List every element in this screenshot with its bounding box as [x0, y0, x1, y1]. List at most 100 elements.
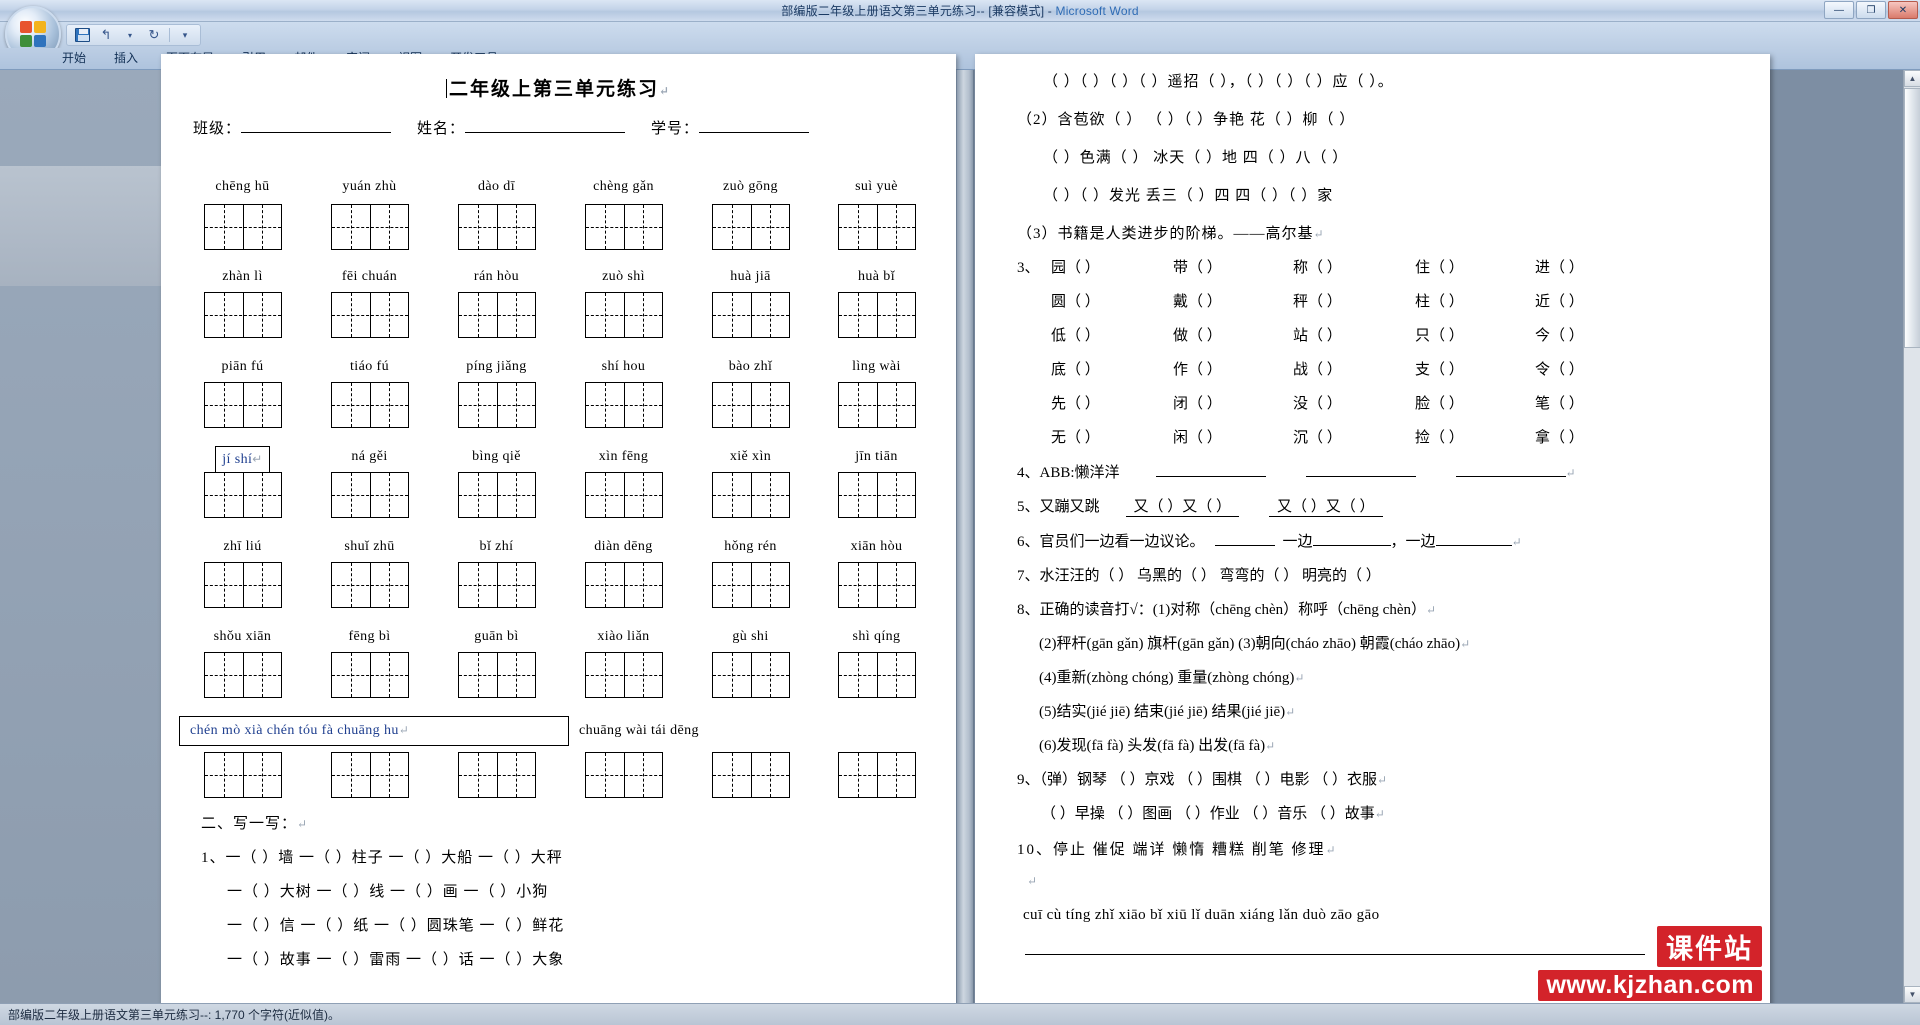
document-page-left[interactable]: 二年级上第三单元练习↵ 班级： 姓名： 学号： chēng hū yuán zh… [161, 54, 956, 1017]
pinyin-text: chèng gǎn [593, 179, 654, 194]
char-cell: 战（ ） [1293, 362, 1342, 378]
field-class-line[interactable] [241, 132, 392, 133]
pinyin-label-row: zhī liú shuǐ zhū bǐ zhí diàn dēng hǒng r… [179, 536, 939, 558]
item-text: 正确的读音打√：(1)对称（chēng chèn）称呼（chēng chèn） [1039, 602, 1427, 618]
tab-home[interactable]: 开始 [48, 46, 100, 70]
tianzige-box[interactable] [584, 292, 663, 338]
tianzige-box[interactable] [584, 382, 663, 428]
tianzige-box[interactable] [457, 204, 536, 250]
answer-blank[interactable] [1455, 476, 1566, 477]
pinyin-text: gù shi [732, 629, 769, 644]
tianzige-box[interactable] [711, 204, 790, 250]
redo-icon[interactable]: ↻ [145, 26, 163, 44]
char-cell: 闲（ ） [1173, 430, 1222, 446]
tianzige-box[interactable] [330, 752, 409, 798]
right-line: （2）含苞欲（ ） （ ）（ ）争艳 花（ ）柳（ ） [1017, 112, 1356, 128]
tianzige-box[interactable] [837, 382, 916, 428]
pinyin-text: jīn tiān [855, 449, 898, 464]
char-table-row: 先（ ） 闭（ ） 没（ ） 脸（ ） 笔（ ） [1017, 392, 1744, 413]
pilcrow-icon: ↵ [398, 723, 409, 737]
tianzige-box[interactable] [330, 382, 409, 428]
tianzige-box[interactable] [837, 292, 916, 338]
tianzige-box[interactable] [837, 652, 916, 698]
title-bar: 部编版二年级上册语文第三单元练习-- [兼容模式] - Microsoft Wo… [0, 0, 1920, 22]
answer-blank[interactable] [1214, 545, 1275, 546]
tianzige-box[interactable] [203, 652, 282, 698]
item-tail: 一边 [1282, 534, 1313, 550]
tianzige-box[interactable] [457, 652, 536, 698]
numbered-item-7: 7、水汪汪的（ ） 乌黑的（ ） 弯弯的（ ） 明亮的（ ） [1017, 564, 1744, 585]
tianzige-box[interactable] [711, 472, 790, 518]
scrollbar-thumb[interactable] [1904, 88, 1920, 348]
tianzige-box[interactable] [457, 382, 536, 428]
pilcrow-icon: ↵ [297, 817, 309, 831]
tianzige-box[interactable] [330, 562, 409, 608]
char-table-row: 3、 园（ ） 带（ ） 称（ ） 住（ ） 进（ ） [1017, 256, 1744, 277]
customize-qat-icon[interactable]: ▾ [176, 26, 194, 44]
tianzige-box[interactable] [457, 472, 536, 518]
document-page-right[interactable]: （ ）（ ）（ ）（ ）遥招（ ），（ ）（ ）（ ）应（ ）。 （2）含苞欲（… [975, 54, 1770, 1017]
pinyin-text: rán hòu [473, 269, 520, 284]
quick-access-toolbar: ↰ ▾ ↻ ▾ [66, 24, 201, 46]
tianzige-box[interactable] [330, 472, 409, 518]
tianzige-box[interactable] [837, 562, 916, 608]
undo-dropdown-icon[interactable]: ▾ [121, 26, 139, 44]
pinyin-text: bào zhǐ [728, 359, 773, 374]
tianzige-box[interactable] [203, 472, 282, 518]
tianzige-box[interactable] [711, 382, 790, 428]
answer-blank[interactable] [1305, 476, 1416, 477]
tianzige-box[interactable] [457, 752, 536, 798]
tianzige-box[interactable] [203, 382, 282, 428]
tianzige-box[interactable] [584, 472, 663, 518]
tianzige-box[interactable] [330, 652, 409, 698]
field-name-line[interactable] [465, 132, 626, 133]
char-cell: 沉（ ） [1293, 430, 1342, 446]
answer-blank[interactable] [1312, 545, 1391, 546]
tianzige-box[interactable] [711, 752, 790, 798]
tianzige-box[interactable] [837, 752, 916, 798]
selection-box-row[interactable]: chén mò xià chén tóu fà chuāng hu↵ [179, 716, 569, 746]
tianzige-box[interactable] [584, 752, 663, 798]
numbered-item-6: 6、 官员们一边看一边议论。 一边 ，一边 ↵ [1017, 530, 1744, 551]
tianzige-box[interactable] [711, 562, 790, 608]
tianzige-box[interactable] [584, 652, 663, 698]
save-icon[interactable] [73, 26, 91, 44]
scroll-down-arrow-icon[interactable]: ▼ [1904, 986, 1920, 1003]
tianzige-box[interactable] [711, 292, 790, 338]
answer-underlined: 又（ ）又（ ） [1125, 495, 1240, 517]
tianzige-box[interactable] [203, 204, 282, 250]
answer-blank[interactable] [1435, 545, 1512, 546]
char-cell: 笔（ ） [1535, 396, 1584, 412]
tianzige-box[interactable] [203, 562, 282, 608]
minimize-button[interactable]: — [1824, 1, 1854, 19]
tianzige-box[interactable] [457, 292, 536, 338]
document-workspace[interactable]: 二年级上第三单元练习↵ 班级： 姓名： 学号： chēng hū yuán zh… [0, 54, 1920, 1017]
tianzige-box[interactable] [457, 562, 536, 608]
item-text: (4)重新(zhòng chóng) 重量(zhòng chóng) [1039, 670, 1295, 686]
numbered-item-8d: (5)结实(jié jiē) 结束(jié jiē) 结果(jié jiē)↵ [1017, 700, 1744, 721]
undo-icon[interactable]: ↰ [97, 26, 115, 44]
tianzige-box[interactable] [203, 752, 282, 798]
tab-insert[interactable]: 插入 [100, 46, 152, 70]
answer-blank[interactable] [1155, 476, 1266, 477]
selected-pinyin-cell[interactable]: jí shí↵ [179, 446, 306, 473]
pinyin-text: shí hou [601, 359, 646, 374]
tianzige-box[interactable] [837, 204, 916, 250]
maximize-button[interactable]: ❐ [1856, 1, 1886, 19]
char-cell: 称（ ） [1293, 260, 1342, 276]
scroll-up-arrow-icon[interactable]: ▲ [1904, 70, 1920, 87]
tianzige-box[interactable] [330, 204, 409, 250]
tianzige-box[interactable] [584, 204, 663, 250]
tianzige-box[interactable] [330, 292, 409, 338]
tianzige-box[interactable] [584, 562, 663, 608]
close-button[interactable]: ✕ [1888, 1, 1918, 19]
pilcrow-icon: ↵ [1285, 705, 1296, 719]
page-divider [956, 70, 974, 1003]
vertical-scrollbar[interactable]: ▲ ▼ [1903, 70, 1920, 1003]
tianzige-box[interactable] [837, 472, 916, 518]
tianzige-box[interactable] [711, 652, 790, 698]
field-id-line[interactable] [699, 132, 810, 133]
pilcrow-icon: ↵ [1027, 874, 1038, 888]
tianzige-box[interactable] [203, 292, 282, 338]
section-two-line: 一（ ）信 一（ ）纸 一（ ）圆珠笔 一（ ）鲜花 [227, 918, 565, 934]
